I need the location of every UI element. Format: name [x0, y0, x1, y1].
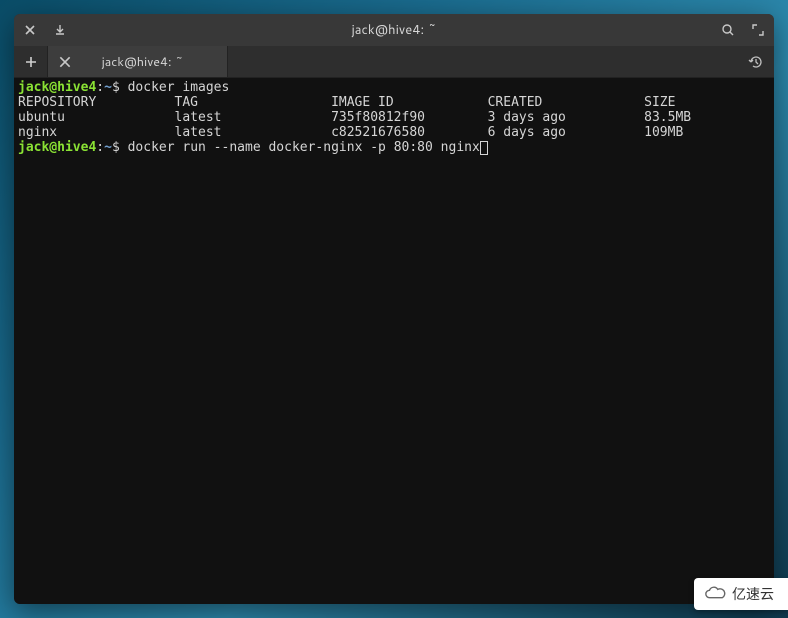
- command-text: docker run --name docker-nginx -p 80:80 …: [128, 140, 480, 155]
- terminal-window: jack@hive4: ~ jack@hive4: ~ jack@hive4:~…: [14, 14, 774, 604]
- tab-close-button[interactable]: [58, 55, 72, 69]
- window-titlebar: jack@hive4: ~: [14, 14, 774, 46]
- maximize-icon[interactable]: [750, 22, 766, 38]
- terminal-cursor: [480, 141, 488, 155]
- prompt-separator: :: [96, 80, 104, 95]
- prompt-separator: :: [96, 140, 104, 155]
- close-window-button[interactable]: [22, 22, 38, 38]
- tab-label: jack@hive4: ~: [82, 53, 221, 71]
- download-icon[interactable]: [52, 22, 68, 38]
- search-icon[interactable]: [720, 22, 736, 38]
- prompt-symbol: $: [112, 140, 128, 155]
- tab-bar-spacer: [228, 46, 738, 77]
- window-title: jack@hive4: ~: [14, 21, 774, 39]
- prompt-user-host: jack@hive4: [18, 140, 96, 155]
- history-icon[interactable]: [738, 46, 774, 77]
- table-header: REPOSITORY TAG IMAGE ID CREATED SIZE: [18, 95, 770, 110]
- table-row: nginx latest c82521676580 6 days ago 109…: [18, 125, 770, 140]
- tab-item[interactable]: jack@hive4: ~: [48, 46, 228, 77]
- prompt-path: ~: [104, 80, 112, 95]
- tab-bar: jack@hive4: ~: [14, 46, 774, 78]
- watermark-badge: 亿速云: [694, 578, 788, 610]
- table-row: ubuntu latest 735f80812f90 3 days ago 83…: [18, 110, 770, 125]
- new-tab-button[interactable]: [14, 46, 48, 77]
- prompt-path: ~: [104, 140, 112, 155]
- prompt-symbol: $: [112, 80, 128, 95]
- terminal-output[interactable]: jack@hive4:~$ docker imagesREPOSITORY TA…: [14, 78, 774, 604]
- command-text: docker images: [128, 80, 230, 95]
- watermark-text: 亿速云: [732, 584, 774, 604]
- prompt-user-host: jack@hive4: [18, 80, 96, 95]
